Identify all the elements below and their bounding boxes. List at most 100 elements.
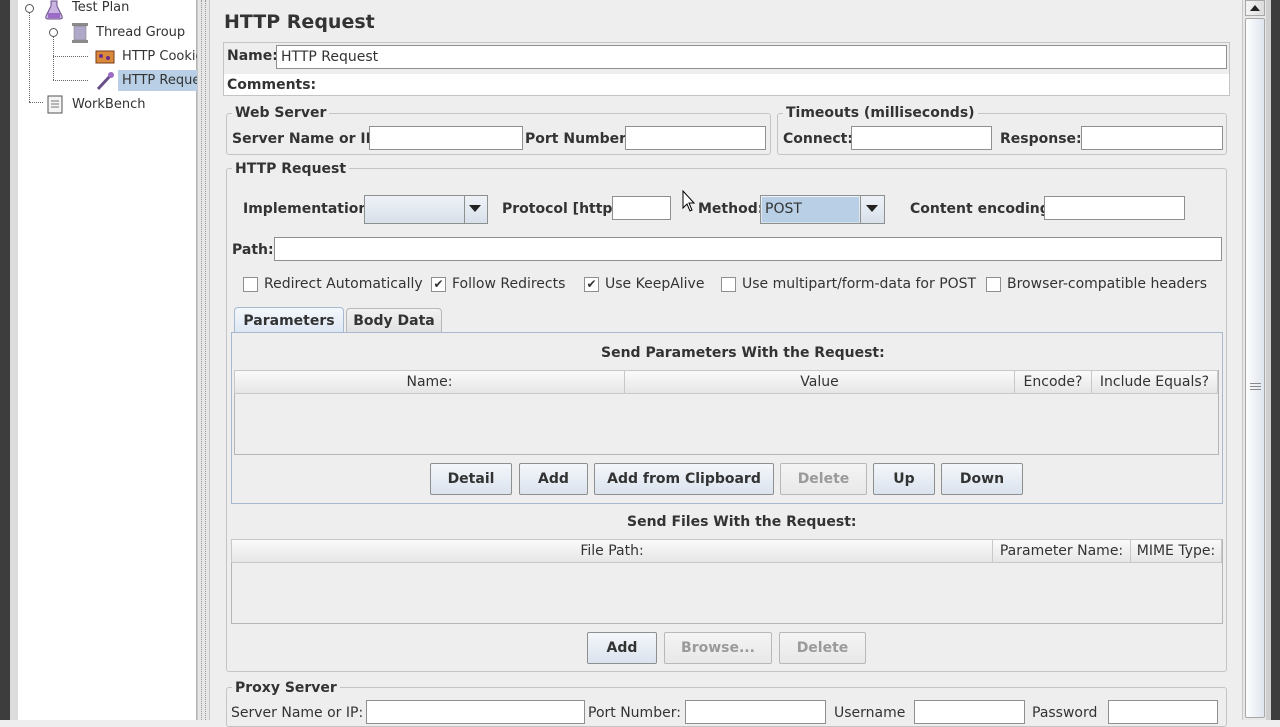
response-label: Response:	[1000, 131, 1082, 147]
tree-panel: Test Plan Thread Group HTTP Cookie HTTP …	[18, 0, 204, 720]
proxy-username-input[interactable]	[914, 700, 1025, 724]
protocol-input[interactable]	[612, 196, 671, 220]
web-server-title: Web Server	[232, 105, 330, 121]
proxy-password-label: Password	[1032, 705, 1098, 721]
content-encoding-input[interactable]	[1044, 196, 1185, 220]
delete-file-button[interactable]: Delete	[779, 632, 866, 664]
tree-line	[53, 56, 88, 57]
column-header-value[interactable]: Value	[624, 370, 1015, 394]
tree-line	[29, 10, 30, 102]
tree-item-http-cookie[interactable]: HTTP Cookie	[92, 46, 204, 68]
proxy-password-input[interactable]	[1108, 700, 1218, 724]
column-header-include-equals[interactable]: Include Equals?	[1091, 370, 1218, 394]
name-input[interactable]: HTTP Request	[276, 45, 1227, 69]
tree-expand-handle[interactable]	[49, 28, 58, 37]
redirect-automatically-checkbox[interactable]	[243, 277, 258, 292]
scroll-up-button[interactable]	[1245, 0, 1265, 16]
tree-line	[29, 102, 43, 103]
send-parameters-title: Send Parameters With the Request:	[601, 345, 885, 361]
port-number-input[interactable]	[625, 126, 766, 150]
delete-parameter-button[interactable]: Delete	[780, 463, 867, 495]
proxy-server-name-input[interactable]	[366, 700, 585, 724]
use-multipart-checkbox[interactable]	[721, 277, 736, 292]
proxy-server-name-label: Server Name or IP:	[231, 705, 364, 721]
tree-item-test-plan[interactable]: Test Plan	[44, 0, 194, 20]
proxy-port-label: Port Number:	[588, 705, 681, 721]
implementation-select[interactable]	[364, 195, 488, 224]
flask-icon	[45, 0, 63, 20]
column-header-encode[interactable]: Encode?	[1014, 370, 1092, 394]
content-encoding-label: Content encoding:	[910, 201, 1056, 217]
scroll-grip-icon	[1250, 383, 1261, 390]
server-name-label: Server Name or IP:	[232, 131, 382, 147]
server-name-input[interactable]	[369, 126, 523, 150]
chevron-down-icon	[866, 205, 878, 212]
comments-area[interactable]	[224, 74, 1229, 95]
proxy-username-label: Username	[834, 705, 906, 721]
panel-title: HTTP Request	[224, 11, 375, 33]
chevron-down-icon	[469, 205, 481, 212]
add-file-button[interactable]: Add	[587, 632, 657, 664]
name-label: Name:	[227, 48, 278, 64]
follow-redirects-label: Follow Redirects	[452, 276, 566, 292]
send-files-title: Send Files With the Request:	[627, 514, 857, 530]
tab-body-data[interactable]: Body Data	[346, 308, 442, 333]
tree-item-label: WorkBench	[72, 97, 146, 112]
tree-item-label: HTTP Cookie	[122, 49, 204, 64]
clipboard-icon	[47, 95, 63, 114]
use-keepalive-checkbox[interactable]: ✔	[584, 277, 599, 292]
browser-compatible-headers-label: Browser-compatible headers	[1007, 276, 1208, 292]
detail-button[interactable]: Detail	[430, 463, 512, 495]
tree-item-workbench[interactable]: WorkBench	[44, 94, 194, 116]
add-from-clipboard-button[interactable]: Add from Clipboard	[594, 463, 774, 495]
http-request-group-title: HTTP Request	[232, 161, 350, 177]
implementation-label: Implementation:	[243, 201, 374, 217]
column-header-parameter-name[interactable]: Parameter Name:	[992, 539, 1131, 563]
mouse-cursor-icon	[682, 190, 696, 212]
comments-label: Comments:	[227, 77, 317, 93]
tree-item-label: HTTP Reque	[122, 73, 201, 88]
proxy-port-input[interactable]	[685, 700, 826, 724]
tree-item-http-request[interactable]: HTTP Reque	[92, 70, 201, 92]
tree-line	[53, 36, 54, 80]
check-icon: ✔	[433, 277, 444, 291]
tree-expand-handle[interactable]	[25, 4, 34, 13]
tree-item-label: Test Plan	[72, 0, 130, 15]
browse-button[interactable]: Browse...	[664, 632, 772, 664]
protocol-label: Protocol [http]:	[502, 201, 625, 217]
splitter-handle[interactable]	[197, 0, 210, 720]
path-input[interactable]	[274, 237, 1222, 261]
connect-label: Connect:	[783, 131, 853, 147]
method-select[interactable]: POST	[760, 195, 885, 224]
response-input[interactable]	[1081, 126, 1223, 150]
method-value: POST	[765, 201, 802, 217]
arrow-up-icon	[1250, 5, 1260, 11]
window-right-edge	[1266, 0, 1280, 720]
port-number-label: Port Number:	[525, 131, 632, 147]
redirect-automatically-label: Redirect Automatically	[264, 276, 423, 292]
browser-compatible-headers-checkbox[interactable]	[986, 277, 1001, 292]
tree-line	[53, 80, 88, 81]
vertical-scrollbar[interactable]	[1242, 0, 1266, 720]
path-label: Path:	[232, 242, 274, 258]
up-button[interactable]: Up	[873, 463, 935, 495]
use-keepalive-label: Use KeepAlive	[605, 276, 705, 292]
timeouts-title: Timeouts (milliseconds)	[783, 105, 978, 121]
add-parameter-button[interactable]: Add	[519, 463, 588, 495]
tab-parameters[interactable]: Parameters	[234, 307, 344, 334]
column-header-file-path[interactable]: File Path:	[231, 539, 993, 563]
pipette-icon	[96, 72, 114, 91]
down-button[interactable]: Down	[941, 463, 1023, 495]
method-label: Method:	[698, 201, 764, 217]
tree-item-label: Thread Group	[96, 25, 186, 40]
follow-redirects-checkbox[interactable]: ✔	[431, 277, 446, 292]
column-header-mime-type[interactable]: MIME Type:	[1130, 539, 1222, 563]
scroll-thumb[interactable]	[1245, 18, 1265, 718]
use-multipart-label: Use multipart/form-data for POST	[742, 276, 977, 292]
window-left-edge	[0, 0, 10, 720]
tree-item-thread-group[interactable]: Thread Group	[68, 22, 198, 44]
column-header-name[interactable]: Name:	[234, 370, 625, 394]
cookie-manager-icon	[95, 50, 115, 64]
connect-input[interactable]	[851, 126, 992, 150]
spool-icon	[72, 23, 88, 43]
